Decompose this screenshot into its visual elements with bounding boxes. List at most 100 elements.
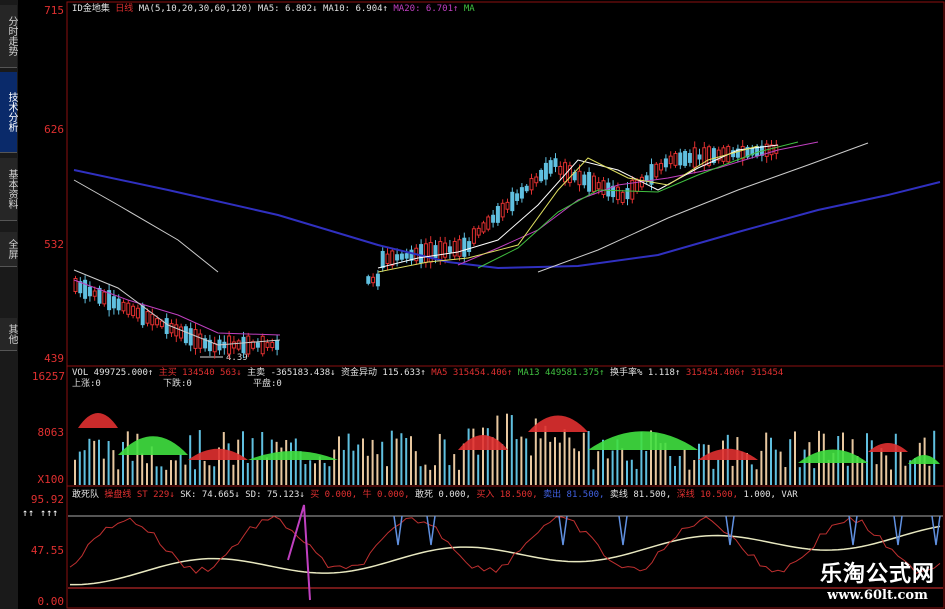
volume-bar — [88, 438, 91, 485]
volume-bar — [578, 451, 580, 485]
candle-body — [683, 150, 688, 166]
volume-bar — [558, 442, 561, 485]
price-header: ID金地集 日线 MA(5,10,20,30,60,120) MA5: 6.80… — [72, 2, 475, 14]
volume-bar — [875, 464, 878, 485]
volume-bar — [251, 438, 254, 485]
candle-body — [452, 241, 457, 257]
candle-body — [678, 152, 683, 166]
candle-body — [587, 171, 592, 192]
candle-body — [92, 290, 97, 297]
candle-body — [198, 333, 203, 349]
candle-body — [529, 178, 534, 191]
candle-body — [246, 335, 251, 355]
candle-body — [87, 286, 92, 297]
volume-bar — [414, 451, 417, 485]
volume-bar — [678, 455, 681, 485]
candle-body — [260, 335, 265, 355]
volume-bar — [530, 455, 532, 485]
candle-body — [596, 182, 601, 190]
candle-body — [644, 175, 649, 182]
indicator-header-item-1: 操盘线 ST 229↓ — [104, 488, 180, 500]
indicator-arrows: ↑↑ ↑↑↑ — [22, 508, 58, 519]
volume-header-item-6: 换手率% 1.118↑ — [610, 366, 686, 378]
candle-body — [140, 305, 145, 326]
candle-body — [380, 250, 385, 269]
volume-bar — [582, 432, 585, 485]
watermark-title: 乐淘公式网 — [819, 562, 935, 587]
volume-bar — [563, 429, 566, 485]
candle-body — [419, 244, 424, 264]
indicator-header-item-10: 深线 10.500, — [677, 488, 744, 500]
candle-body — [649, 164, 654, 185]
volume-bar — [78, 451, 81, 485]
candle-body — [539, 169, 544, 182]
candle-body — [515, 193, 520, 201]
volume-bar — [74, 459, 76, 485]
volume-bar — [362, 438, 364, 485]
sidebar: 分时走势技术分析基本资料全屏其他 — [0, 0, 19, 609]
volume-bar — [880, 448, 883, 485]
candle-body — [231, 341, 236, 349]
candle-body — [265, 342, 270, 348]
candle-body — [500, 202, 505, 218]
candle-body — [553, 158, 558, 167]
volume-bar — [98, 439, 100, 485]
indicator-header-item-3: SD: 75.123↓ — [245, 490, 310, 500]
volume-bar — [93, 440, 96, 485]
volume-bar — [899, 451, 902, 485]
volume-bar — [712, 468, 715, 485]
candle-body — [654, 163, 659, 178]
volume-y-label-unit: X100 — [38, 473, 65, 486]
sidebar-tab-0[interactable]: 分时走势 — [0, 5, 17, 68]
volume-bar — [683, 449, 686, 485]
volume-bar — [904, 465, 907, 485]
volume-bar — [774, 449, 777, 485]
candle-body — [491, 214, 496, 223]
volume-bar — [232, 464, 235, 485]
volume-bar — [323, 462, 326, 485]
candle-body — [601, 180, 606, 195]
volume-bar — [568, 437, 571, 485]
volume-bar — [170, 460, 172, 485]
volume-bar — [141, 453, 144, 485]
candle-body — [495, 206, 500, 223]
indicator-header-item-2: SK: 74.665↓ — [180, 490, 245, 500]
indicator-header-item-9: 卖线 81.500, — [610, 488, 677, 500]
candle-body — [255, 342, 260, 348]
candle-body — [486, 216, 491, 230]
candle-body — [668, 155, 673, 165]
candle-body — [155, 318, 160, 326]
candle-body — [457, 239, 462, 257]
candle-body — [116, 298, 121, 311]
sidebar-tab-2[interactable]: 基本资料 — [0, 158, 17, 221]
volume-bar — [304, 464, 307, 485]
candle-body — [212, 343, 217, 353]
volume-header: VOL 499725.000↑ 主买 134540 563↓ 主卖 -36518… — [72, 366, 783, 378]
price-y-label-715: 715 — [44, 4, 64, 17]
candle-body — [390, 250, 395, 266]
volume-bar — [750, 464, 753, 485]
candle-body — [150, 313, 155, 326]
volume-bar — [213, 466, 216, 485]
sidebar-tab-1[interactable]: 技术分析 — [0, 72, 17, 153]
candle-body — [673, 152, 678, 166]
candle-body — [97, 287, 102, 304]
candle-body — [183, 326, 188, 344]
sidebar-tab-3[interactable]: 全屏 — [0, 232, 17, 267]
volume-bar — [669, 456, 672, 485]
indicator-y-label-bottom: 0.00 — [38, 595, 65, 608]
volume-bar — [290, 442, 292, 485]
candle-body — [476, 227, 481, 236]
price-y-label-439: 439 — [44, 352, 64, 365]
volume-bar — [894, 433, 897, 485]
volume-bar — [803, 449, 806, 485]
candle-body — [591, 175, 596, 192]
volume-bar — [266, 457, 268, 485]
volume-bar — [645, 450, 648, 485]
volume-header-item-4: MA5 315454.406↑ — [431, 368, 518, 378]
candle-body — [169, 323, 174, 334]
volume-bar — [194, 469, 196, 485]
sidebar-tab-4[interactable]: 其他 — [0, 318, 17, 351]
volume-bar — [424, 464, 427, 485]
kline-chart[interactable]: 715 626 532 439 16257 8063 X100 95.92 ↑↑… — [18, 0, 945, 609]
